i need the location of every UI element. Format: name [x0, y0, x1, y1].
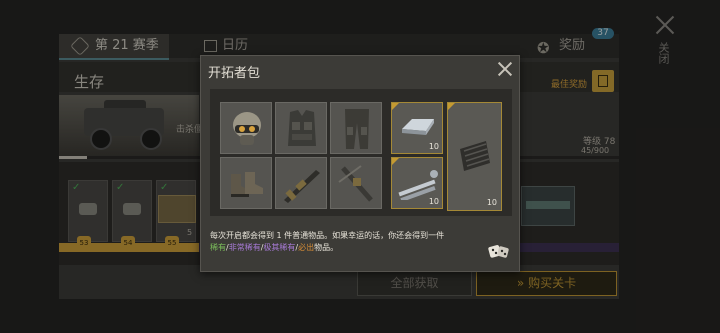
desc-line-1: 每次开启都会得到 1 件普通物品。如果幸运的话，你还会得到一件 — [210, 231, 445, 240]
item-quantity: 10 — [486, 198, 497, 207]
rarity-very-rare: 非常稀有 — [228, 243, 261, 252]
metal-ingot-icon — [402, 119, 434, 135]
desc-line-2: 稀有/非常稀有/极其稀有/必出物品。 — [210, 242, 490, 254]
boots-icon — [231, 172, 263, 197]
item-quantity: 10 — [428, 197, 439, 206]
slot-metal-ingot[interactable]: 10 — [391, 102, 443, 154]
sheet-metal-icon — [460, 141, 490, 171]
pack-description: 每次开启都会得到 1 件普通物品。如果幸运的话，你还会得到一件 稀有/非常稀有/… — [210, 230, 490, 254]
rarity-extremely-rare: 极其稀有 — [263, 243, 296, 252]
slot-sheet-metal[interactable]: 10 — [447, 102, 502, 211]
rifle-icon — [284, 170, 320, 203]
vest-icon — [288, 110, 316, 146]
item-quantity: 10 — [428, 142, 439, 151]
slot-boots[interactable] — [220, 157, 272, 209]
rarity-must: 必出 — [298, 243, 315, 252]
crossbow-icon — [338, 165, 373, 202]
slot-helmet[interactable] — [220, 102, 272, 154]
pants-icon — [345, 109, 369, 149]
helmet-icon — [233, 112, 261, 145]
slot-rifle[interactable] — [275, 157, 327, 209]
close-icon[interactable] — [497, 61, 513, 77]
slot-pants[interactable] — [330, 102, 382, 154]
dice-icon[interactable] — [486, 238, 512, 264]
pipes-icon — [398, 170, 438, 200]
slot-crossbow[interactable] — [330, 157, 382, 209]
slot-vest[interactable] — [275, 102, 327, 154]
desc-tail: 物品。 — [314, 243, 339, 252]
modal-title: 开拓者包 — [208, 66, 261, 81]
slot-pipes[interactable]: 10 — [391, 157, 443, 209]
rarity-rare: 稀有 — [210, 243, 226, 252]
